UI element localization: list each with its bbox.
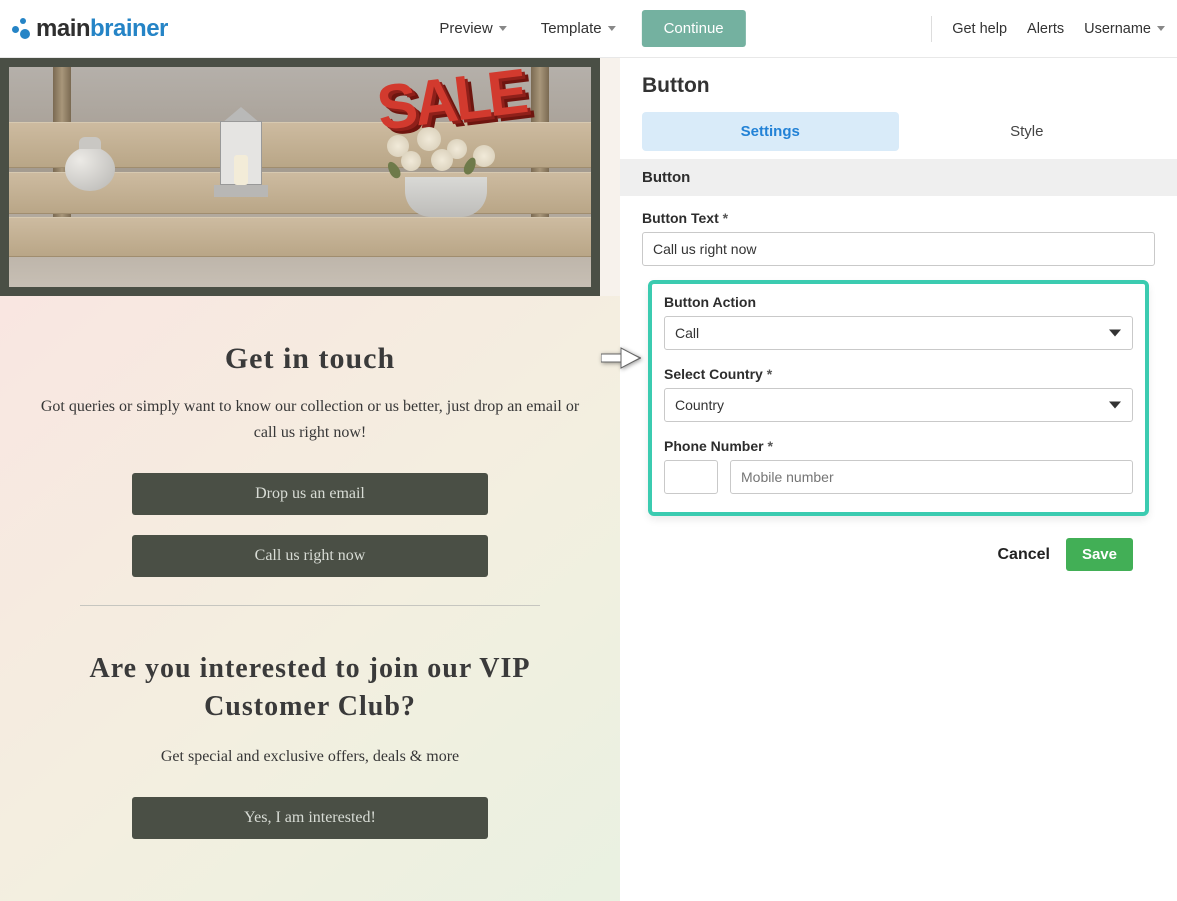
cancel-button[interactable]: Cancel [997, 546, 1049, 564]
field-phone: Phone Number * [664, 438, 1133, 494]
canvas-preview: SALE Get in touch Got queries or simply … [0, 58, 620, 901]
separator [931, 16, 932, 42]
field-button-action: Button Action Call [664, 294, 1133, 350]
tab-style[interactable]: Style [899, 112, 1156, 151]
save-button[interactable]: Save [1066, 538, 1133, 571]
field-button-text: Button Text * [642, 210, 1155, 266]
divider [80, 605, 540, 606]
button-text-label: Button Text * [642, 210, 1155, 226]
required-mark: * [767, 438, 772, 454]
alerts-link[interactable]: Alerts [1027, 21, 1064, 37]
touch-body: Got queries or simply want to know our c… [40, 394, 580, 445]
logo-main: main [36, 15, 90, 42]
required-mark: * [767, 366, 772, 382]
caret-down-icon [1157, 26, 1165, 31]
phone-country-code[interactable] [664, 460, 718, 494]
jar-icon [65, 147, 115, 191]
topbar-center: Preview Template Continue [431, 10, 745, 47]
photo-bg: SALE [9, 67, 591, 287]
content-section: Get in touch Got queries or simply want … [0, 296, 620, 901]
username-dropdown[interactable]: Username [1084, 21, 1165, 37]
topbar-right: Get help Alerts Username [931, 16, 1165, 42]
vip-button[interactable]: Yes, I am interested! [132, 797, 488, 839]
logo-text: mainbrainer [36, 15, 168, 43]
country-label: Select Country * [664, 366, 1133, 382]
phone-number-input[interactable] [730, 460, 1133, 494]
arrow-pointer-icon [601, 345, 641, 376]
country-select-wrap: Country [664, 388, 1133, 422]
section-band: Button [620, 159, 1177, 196]
username-label: Username [1084, 21, 1151, 37]
logo-brainer: brainer [90, 15, 168, 42]
country-label-text: Select Country [664, 366, 763, 382]
panel-tabs: Settings Style [620, 112, 1177, 159]
email-button[interactable]: Drop us an email [132, 473, 488, 515]
required-mark: * [723, 210, 728, 226]
logo[interactable]: mainbrainer [10, 15, 168, 43]
panel-title: Button [620, 58, 1177, 112]
vip-body: Get special and exclusive offers, deals … [40, 744, 580, 770]
lantern-icon [214, 107, 268, 197]
continue-button[interactable]: Continue [642, 10, 746, 47]
call-button[interactable]: Call us right now [132, 535, 488, 577]
template-label: Template [541, 20, 602, 37]
button-text-label-text: Button Text [642, 210, 719, 226]
phone-label: Phone Number * [664, 438, 1133, 454]
field-country: Select Country * Country [664, 366, 1133, 422]
get-help-link[interactable]: Get help [952, 21, 1007, 37]
hero-image: SALE [0, 58, 600, 296]
template-dropdown[interactable]: Template [533, 14, 624, 43]
topbar: mainbrainer Preview Template Continue Ge… [0, 0, 1177, 58]
form-actions: Cancel Save [642, 526, 1155, 583]
button-text-input[interactable] [642, 232, 1155, 266]
flowers-icon [381, 127, 511, 217]
preview-label: Preview [439, 20, 492, 37]
form: Button Text * Button Action Call [620, 196, 1177, 593]
preview-dropdown[interactable]: Preview [431, 14, 514, 43]
settings-panel: Button Settings Style Button Button Text… [620, 58, 1177, 901]
button-action-select-wrap: Call [664, 316, 1133, 350]
country-select[interactable]: Country [664, 388, 1133, 422]
vip-heading: Are you interested to join our VIP Custo… [40, 650, 580, 726]
phone-row [664, 460, 1133, 494]
main: SALE Get in touch Got queries or simply … [0, 58, 1177, 901]
logo-mark-icon [10, 18, 32, 40]
caret-down-icon [608, 26, 616, 31]
button-action-label: Button Action [664, 294, 1133, 310]
highlight-box: Button Action Call Select Country * [648, 280, 1149, 516]
touch-heading: Get in touch [40, 342, 580, 376]
button-action-select[interactable]: Call [664, 316, 1133, 350]
phone-label-text: Phone Number [664, 438, 764, 454]
tab-settings[interactable]: Settings [642, 112, 899, 151]
caret-down-icon [499, 26, 507, 31]
